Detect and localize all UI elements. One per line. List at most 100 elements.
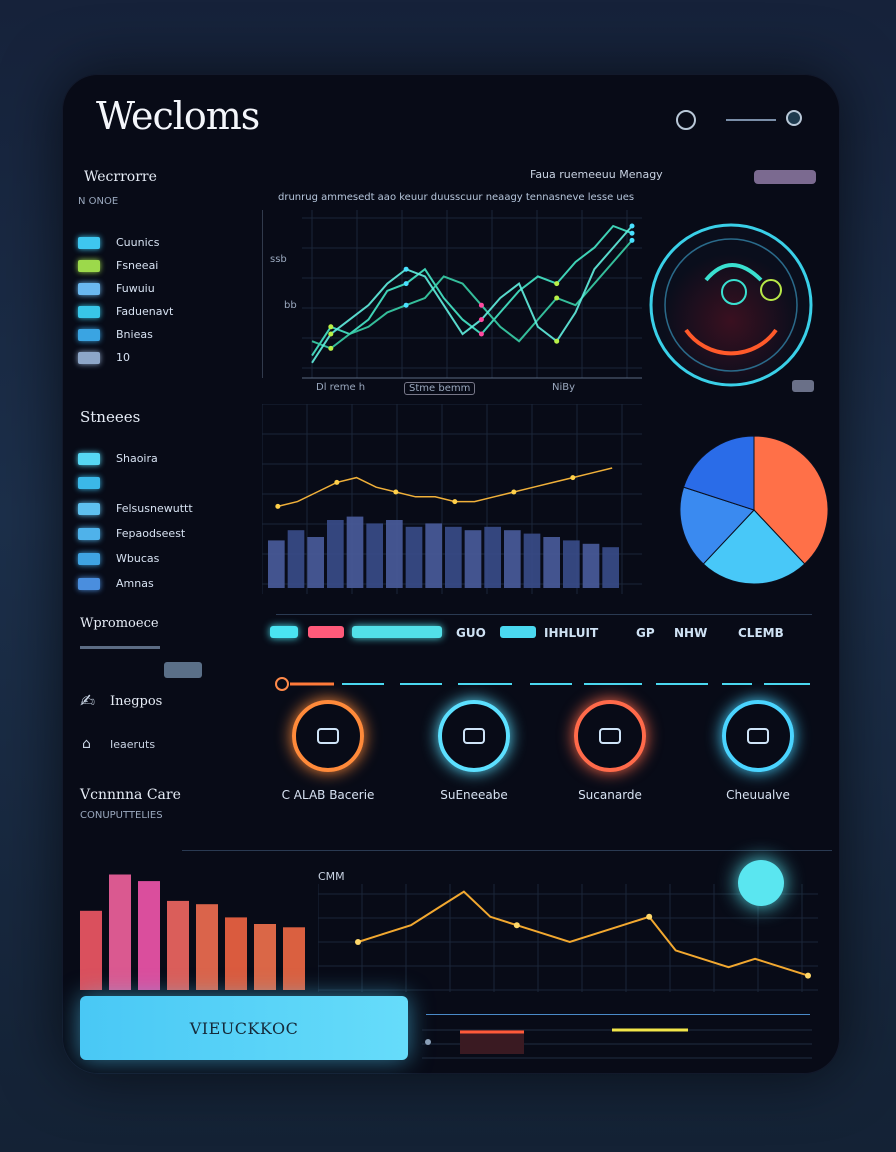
tab-label[interactable]: GP <box>636 626 655 640</box>
x-tick-label: Stme bemm <box>404 382 476 395</box>
sidebar-item[interactable]: 10 <box>78 351 130 364</box>
menu-icon <box>78 452 100 465</box>
sidebar-item[interactable]: Cuunics <box>78 236 159 249</box>
kpi-label: C ALAB Bacerie <box>281 788 375 802</box>
sidebar-sub-item[interactable]: Shaoira <box>78 452 158 465</box>
data-point <box>646 913 653 920</box>
gauge-dial <box>649 223 813 387</box>
sidebar-item[interactable]: Bnieas <box>78 328 153 341</box>
bar <box>464 530 482 588</box>
bar <box>109 874 131 990</box>
sidebar-sub-item[interactable]: Fepaodseest <box>78 527 185 540</box>
y-tick: bb <box>284 300 297 311</box>
tab-label[interactable]: CLEMB <box>738 626 784 640</box>
sidebar-item[interactable]: Fsneeai <box>78 259 158 272</box>
chart-menu-button[interactable] <box>754 170 816 184</box>
y-tick: ssb <box>270 254 287 265</box>
data-point <box>805 972 811 979</box>
line-chart <box>262 210 642 379</box>
sidebar-label: Cuunics <box>116 236 160 249</box>
bar <box>445 526 462 588</box>
menu-icon <box>78 328 100 341</box>
bar-series <box>80 874 305 990</box>
menu-icon <box>78 351 100 364</box>
sidebar-heading: Wecrrorre <box>84 169 157 185</box>
bar <box>563 540 580 588</box>
data-point <box>334 479 340 485</box>
toggle-button[interactable] <box>164 662 202 678</box>
timeline <box>275 677 810 691</box>
tab-label[interactable]: IHHLUIT <box>544 626 598 640</box>
menu-icon <box>78 552 100 565</box>
bar <box>405 526 423 588</box>
tab-pill[interactable] <box>308 626 344 638</box>
kpi-ring[interactable] <box>722 700 794 772</box>
sidebar-subheading: N ONOE <box>78 196 119 207</box>
bar <box>386 520 403 588</box>
kpi-label: SuEneeabe <box>440 788 508 802</box>
bar <box>287 530 305 588</box>
sidebar-sub-item[interactable] <box>78 477 116 489</box>
data-point <box>554 281 560 287</box>
bar-line-chart <box>262 404 642 594</box>
sidebar-label: Fuwuiu <box>116 282 155 295</box>
sidebar-sub-label: Wbucas <box>116 552 160 565</box>
sidebar-section-title: Stneees <box>80 408 141 426</box>
x-tick-label: Dl reme h <box>316 382 366 393</box>
kpi-ring[interactable] <box>438 700 510 772</box>
sidebar-section-title-3: Wpromoece <box>80 616 159 631</box>
bar <box>523 533 541 588</box>
tab-label[interactable]: GUO <box>456 626 486 640</box>
sidebar-sub-item[interactable]: Wbucas <box>78 552 159 565</box>
pie-slices <box>679 435 829 585</box>
sidebar-label: 10 <box>116 351 130 364</box>
view-button[interactable]: VIEUCKKOC <box>80 996 408 1060</box>
sidebar-item[interactable]: Faduenavt <box>78 305 173 318</box>
bar <box>80 910 102 990</box>
care-heading: Vcnnnna Care <box>80 787 181 803</box>
bar <box>138 881 160 990</box>
sidebar-section-title-4[interactable]: Inegpos <box>110 694 162 709</box>
bar <box>346 516 364 588</box>
sidebar-sub-item[interactable]: Felsusnewuttt <box>78 502 193 515</box>
bar-series <box>268 516 619 588</box>
bar <box>196 904 218 990</box>
sidebar-item[interactable]: Fuwuiu <box>78 282 155 295</box>
kpi-ring[interactable] <box>574 700 646 772</box>
device-icon <box>747 728 769 744</box>
progress-line <box>80 646 160 649</box>
tab-pill[interactable] <box>352 626 442 638</box>
bar <box>307 537 324 588</box>
hand-icon: ✍ <box>80 691 96 712</box>
chart-header: Faua ruemeeuu Menagy <box>530 168 663 181</box>
data-point <box>478 302 484 308</box>
device-icon <box>317 728 339 744</box>
bar <box>484 526 501 588</box>
menu-icon <box>78 282 100 295</box>
bar <box>268 540 285 588</box>
bar <box>425 523 442 588</box>
dashboard-panel: Wecloms Wecrrorre N ONOE Cuunics Fsneeai F… <box>62 74 840 1074</box>
sidebar-link[interactable]: Ieaeruts <box>110 738 155 751</box>
data-point <box>275 503 281 509</box>
app-title: Wecloms <box>96 94 260 138</box>
kpi-ring[interactable] <box>292 700 364 772</box>
fab-button[interactable] <box>738 860 784 906</box>
bar <box>582 543 600 588</box>
data-point <box>403 281 409 287</box>
x-tick-label: NiBy <box>552 382 576 393</box>
sidebar-sub-item[interactable]: Amnas <box>78 577 154 590</box>
dot-icon[interactable] <box>786 110 802 126</box>
tab-label[interactable]: NHW <box>674 626 707 640</box>
kpi-label: Sucanarde <box>578 788 642 802</box>
sidebar-sub-label: Felsusnewuttt <box>116 502 193 515</box>
pie-chart <box>679 435 829 585</box>
bar <box>543 537 560 588</box>
tab-pill[interactable] <box>500 626 536 638</box>
circle-icon[interactable] <box>676 110 696 130</box>
data-point <box>629 230 635 236</box>
kpi-label: Cheuualve <box>726 788 790 802</box>
tab-pill[interactable] <box>270 626 298 638</box>
gauge-badge[interactable] <box>792 380 814 392</box>
bag-icon: ⌂ <box>82 736 91 752</box>
